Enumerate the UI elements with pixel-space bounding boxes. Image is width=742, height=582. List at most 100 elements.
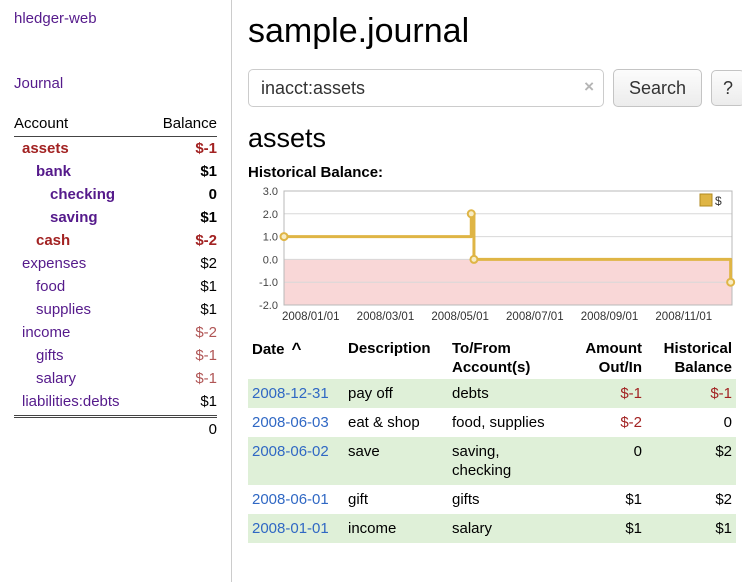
sidebar-account-checking: checking 0 — [14, 183, 217, 206]
sidebar-account-supplies: supplies $1 — [14, 298, 217, 321]
transaction-accounts: saving, checking — [448, 437, 558, 485]
register-row: 2008-06-03 eat & shop food, supplies $-2… — [248, 408, 736, 437]
account-link[interactable]: assets — [14, 137, 69, 160]
account-link[interactable]: salary — [14, 367, 76, 390]
transaction-balance: $2 — [646, 437, 736, 485]
transaction-date-link[interactable]: 2008-06-03 — [252, 414, 329, 431]
sidebar-account-saving: saving $1 — [14, 206, 217, 229]
transaction-description: gift — [344, 485, 448, 514]
sort-ascending-icon: ^ — [292, 339, 302, 358]
svg-text:3.0: 3.0 — [263, 186, 278, 198]
accounts-header-line1: To/From — [452, 339, 554, 358]
register-row: 2008-06-02 save saving, checking 0 $2 — [248, 437, 736, 485]
account-link[interactable]: checking — [14, 183, 115, 206]
account-balance: $2 — [200, 252, 217, 275]
transaction-description: save — [344, 437, 448, 485]
balance-chart: 3.02.01.00.0-1.0-2.02008/01/012008/03/01… — [248, 183, 742, 325]
sidebar-account-food: food $1 — [14, 275, 217, 298]
transaction-accounts: food, supplies — [448, 408, 558, 437]
search-input[interactable] — [248, 69, 604, 107]
transaction-balance: $1 — [646, 514, 736, 543]
search-button[interactable]: Search — [613, 69, 702, 107]
transaction-balance: $2 — [646, 485, 736, 514]
svg-text:-2.0: -2.0 — [259, 300, 278, 312]
svg-text:2.0: 2.0 — [263, 209, 278, 221]
svg-text:2008/11/01: 2008/11/01 — [655, 311, 712, 323]
sidebar-account-gifts: gifts $-1 — [14, 344, 217, 367]
sidebar-account-salary: salary $-1 — [14, 367, 217, 390]
register-row: 2008-06-01 gift gifts $1 $2 — [248, 485, 736, 514]
transaction-description: pay off — [344, 379, 448, 408]
accounts-total: 0 — [14, 415, 217, 442]
brand-link[interactable]: hledger-web — [14, 10, 217, 27]
account-balance: $1 — [200, 275, 217, 298]
col-header-date[interactable]: Date^ — [248, 337, 344, 379]
transaction-accounts: gifts — [448, 485, 558, 514]
transaction-balance: $-1 — [646, 379, 736, 408]
sidebar-account-liabilities-debts: liabilities:debts $1 — [14, 390, 217, 413]
account-balance: $1 — [200, 206, 217, 229]
account-link[interactable]: supplies — [14, 298, 91, 321]
accounts-header-line2: Account(s) — [452, 358, 554, 377]
account-link[interactable]: gifts — [14, 344, 64, 367]
hledger-web-app: hledger-web Journal Account Balance asse… — [0, 0, 742, 582]
transaction-accounts: debts — [448, 379, 558, 408]
transaction-date-link[interactable]: 2008-06-01 — [252, 491, 329, 508]
account-balance: $-1 — [195, 344, 217, 367]
col-header-amount: Amount Out/In — [558, 337, 646, 379]
account-column-header: Account — [14, 115, 68, 132]
accounts-header: Account Balance — [14, 112, 217, 137]
account-link[interactable]: cash — [14, 229, 70, 252]
svg-text:2008/07/01: 2008/07/01 — [506, 311, 564, 323]
main-content: sample.journal × Search ? assets Histori… — [232, 0, 742, 582]
sidebar-account-expenses: expenses $2 — [14, 252, 217, 275]
account-link[interactable]: bank — [14, 160, 71, 183]
col-header-accounts: To/From Account(s) — [448, 337, 558, 379]
account-link[interactable]: saving — [14, 206, 98, 229]
svg-text:$: $ — [715, 194, 722, 208]
svg-text:2008/05/01: 2008/05/01 — [431, 311, 489, 323]
balance-header-line2: Balance — [650, 358, 732, 377]
account-link[interactable]: income — [14, 321, 70, 344]
transaction-balance: 0 — [646, 408, 736, 437]
sidebar-account-cash: cash $-2 — [14, 229, 217, 252]
page-title: sample.journal — [248, 12, 742, 51]
sidebar-account-assets: assets $-1 — [14, 137, 217, 160]
transaction-date-link[interactable]: 2008-01-01 — [252, 520, 329, 537]
amount-header-line2: Out/In — [562, 358, 642, 377]
transaction-date-link[interactable]: 2008-12-31 — [252, 385, 329, 402]
svg-text:-1.0: -1.0 — [259, 277, 278, 289]
account-balance: $1 — [200, 390, 217, 413]
sidebar-account-income: income $-2 — [14, 321, 217, 344]
transaction-amount: 0 — [558, 437, 646, 485]
nav-journal-link[interactable]: Journal — [14, 75, 217, 92]
account-balance: $1 — [200, 298, 217, 321]
balance-column-header: Balance — [163, 115, 217, 132]
transaction-date-link[interactable]: 2008-06-02 — [252, 443, 329, 460]
transaction-amount: $-1 — [558, 379, 646, 408]
register-table: Date^ Description To/From Account(s) Amo… — [248, 337, 736, 543]
register-row: 2008-12-31 pay off debts $-1 $-1 — [248, 379, 736, 408]
svg-text:2008/09/01: 2008/09/01 — [581, 311, 639, 323]
account-balance: 0 — [209, 183, 217, 206]
clear-search-icon[interactable]: × — [584, 77, 594, 97]
col-header-balance: Historical Balance — [646, 337, 736, 379]
account-balance: $-1 — [195, 367, 217, 390]
balance-header-line1: Historical — [650, 339, 732, 358]
amount-header-line1: Amount — [562, 339, 642, 358]
account-section-title: assets — [248, 123, 742, 154]
account-link[interactable]: expenses — [14, 252, 86, 275]
chart-title: Historical Balance: — [248, 164, 742, 181]
account-link[interactable]: food — [14, 275, 65, 298]
col-header-description: Description — [344, 337, 448, 379]
transaction-description: income — [344, 514, 448, 543]
svg-text:1.0: 1.0 — [263, 232, 278, 244]
register-row: 2008-01-01 income salary $1 $1 — [248, 514, 736, 543]
chart-canvas: 3.02.01.00.0-1.0-2.02008/01/012008/03/01… — [248, 183, 738, 325]
search-form: × Search ? — [248, 69, 742, 107]
help-button[interactable]: ? — [711, 70, 742, 106]
account-link[interactable]: liabilities:debts — [14, 390, 120, 413]
transaction-description: eat & shop — [344, 408, 448, 437]
sidebar-account-bank: bank $1 — [14, 160, 217, 183]
svg-text:2008/03/01: 2008/03/01 — [357, 311, 415, 323]
